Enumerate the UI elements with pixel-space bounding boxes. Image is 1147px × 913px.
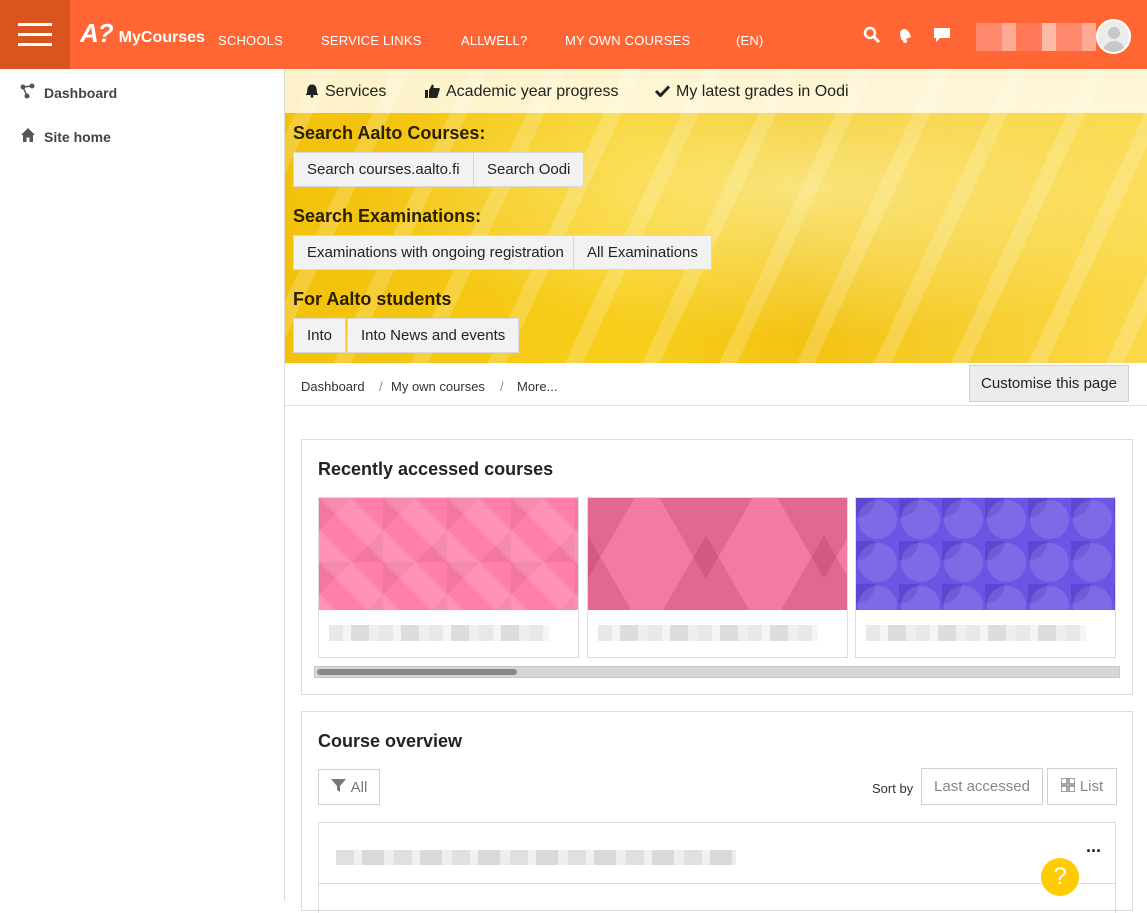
breadcrumb-my-own-courses[interactable]: My own courses (391, 379, 485, 394)
ongoing-examinations-button[interactable]: Examinations with ongoing registration (293, 235, 578, 270)
list-item[interactable] (318, 883, 1116, 913)
search-courses-aalto-button[interactable]: Search courses.aalto.fi (293, 152, 474, 187)
drawer-item-site-home[interactable]: Site home (20, 127, 111, 146)
into-news-button[interactable]: Into News and events (347, 318, 520, 353)
search-oodi-button[interactable]: Search Oodi (473, 152, 585, 187)
course-card[interactable] (318, 497, 579, 658)
home-icon (20, 127, 36, 146)
thumbs-up-icon (425, 84, 440, 101)
course-card[interactable] (855, 497, 1116, 658)
course-card-name-redacted (598, 625, 818, 641)
top-navbar: A? MyCourses SCHOOLS SERVICE LINKS ALLWE… (0, 0, 1147, 69)
filter-dropdown[interactable]: All (318, 769, 380, 805)
services-banner: Services Academic year progress My lates… (285, 69, 1147, 363)
filter-icon (330, 778, 346, 797)
breadcrumb: Dashboard / My own courses / More... Cus… (285, 363, 1147, 406)
drawer-item-label: Site home (44, 128, 111, 145)
tab-label: My latest grades in Oodi (676, 83, 849, 100)
view-mode-dropdown[interactable]: List (1047, 768, 1117, 805)
tab-services[interactable]: Services (305, 83, 386, 101)
horizontal-scrollbar[interactable] (314, 666, 1120, 678)
brand-link[interactable]: A? MyCourses (80, 18, 205, 49)
check-icon (654, 84, 671, 100)
tab-label: Services (325, 83, 387, 100)
language-selector[interactable]: (EN) (736, 33, 764, 48)
nav-link-service-links[interactable]: SERVICE LINKS (321, 33, 422, 48)
course-card[interactable] (587, 497, 848, 658)
nav-drawer: Dashboard Site home (0, 69, 285, 901)
course-overview-block: Course overview All Sort by Last accesse… (301, 711, 1133, 913)
tab-academic-year-progress[interactable]: Academic year progress (425, 83, 619, 101)
services-tab-strip: Services Academic year progress My lates… (285, 69, 1147, 113)
hamburger-icon-line (18, 23, 52, 26)
into-button[interactable]: Into (293, 318, 347, 353)
recently-accessed-block: Recently accessed courses (301, 439, 1133, 695)
user-name-redacted[interactable] (976, 23, 1096, 51)
avatar[interactable] (1096, 19, 1131, 54)
dashboard-icon (20, 83, 36, 102)
sort-by-label: Sort by (872, 781, 914, 796)
breadcrumb-dashboard[interactable]: Dashboard (301, 379, 365, 394)
drawer-item-label: Dashboard (44, 84, 118, 101)
customise-page-button[interactable]: Customise this page (969, 365, 1129, 402)
more-actions-icon[interactable]: ··· (1086, 841, 1102, 862)
nav-link-my-own-courses[interactable]: MY OWN COURSES (565, 33, 690, 48)
tab-label: Academic year progress (446, 83, 619, 100)
hamburger-icon-line (18, 43, 52, 46)
course-card-image (319, 498, 578, 610)
breadcrumb-more[interactable]: More... (517, 379, 557, 394)
grid-icon (1060, 776, 1076, 796)
brand-name: MyCourses (118, 28, 205, 46)
all-examinations-button[interactable]: All Examinations (573, 235, 712, 270)
view-mode-label: List (1079, 778, 1104, 795)
drawer-item-dashboard[interactable]: Dashboard (20, 83, 117, 102)
nav-link-allwell[interactable]: ALLWELL? (461, 33, 527, 48)
block-title: Course overview (318, 731, 463, 751)
bell-icon[interactable] (896, 26, 914, 49)
search-icon[interactable] (863, 26, 881, 49)
aalto-logo: A? (80, 18, 114, 48)
menu-toggle-button[interactable] (0, 0, 70, 69)
help-button[interactable]: ? (1041, 858, 1079, 896)
search-courses-heading: Search Aalto Courses: (293, 123, 486, 143)
tab-latest-grades[interactable]: My latest grades in Oodi (654, 83, 849, 101)
aalto-students-heading: For Aalto students (293, 289, 452, 309)
breadcrumb-separator: / (500, 379, 504, 394)
course-card-name-redacted (866, 625, 1086, 641)
course-name-redacted (336, 850, 736, 865)
sort-dropdown[interactable]: Last accessed (921, 768, 1043, 805)
filter-label: All (350, 778, 368, 796)
breadcrumb-separator: / (379, 379, 383, 394)
chat-icon[interactable] (933, 26, 951, 49)
hamburger-icon-line (18, 33, 52, 36)
course-card-image (588, 498, 847, 610)
block-title: Recently accessed courses (318, 459, 554, 479)
course-card-image (856, 498, 1115, 610)
nav-link-schools[interactable]: SCHOOLS (218, 33, 283, 48)
search-examinations-heading: Search Examinations: (293, 206, 482, 226)
list-item[interactable]: ··· (318, 822, 1116, 884)
scrollbar-thumb[interactable] (317, 669, 517, 675)
bell-icon (305, 83, 319, 101)
course-card-name-redacted (329, 625, 549, 641)
